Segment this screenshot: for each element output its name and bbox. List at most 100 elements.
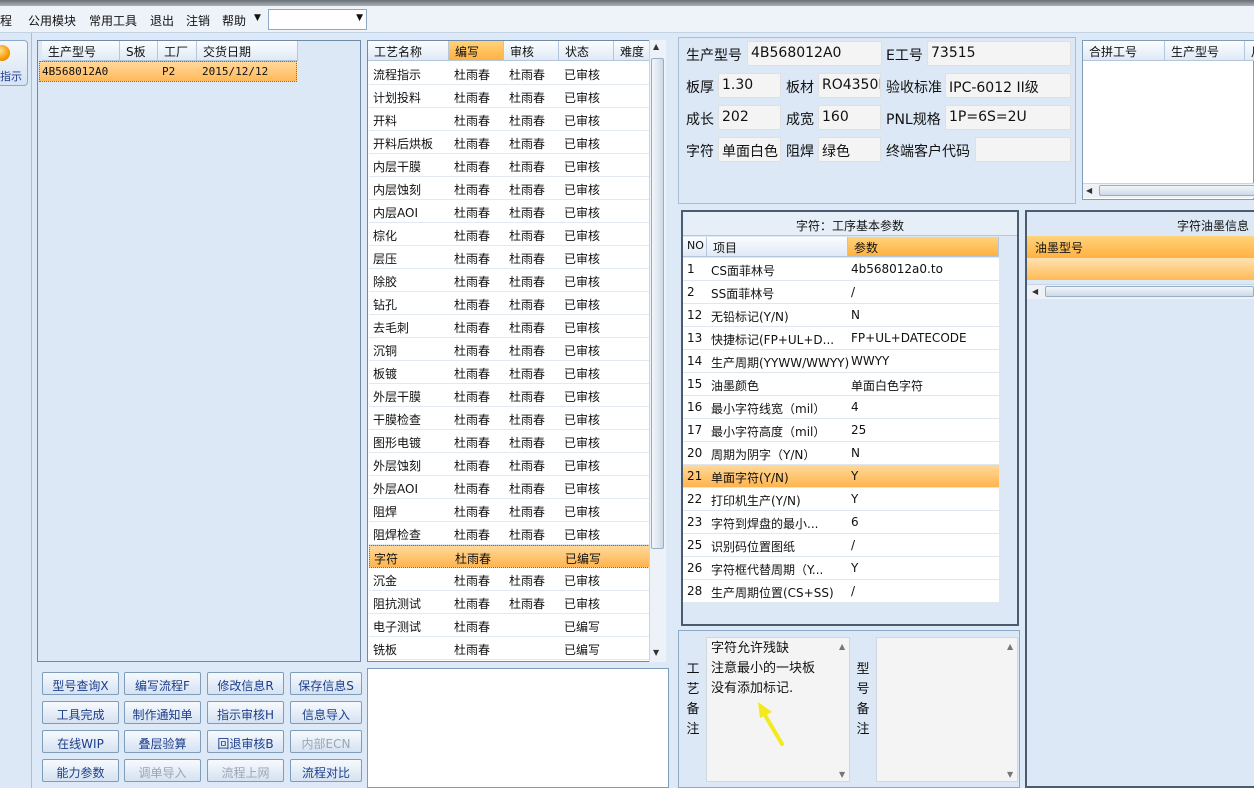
param-row[interactable]: 22 打印机生产(Y/N) Y [683,488,999,511]
action-button[interactable]: 叠层验算 [124,730,201,753]
param-row[interactable]: 25 识别码位置图纸 / [683,534,999,557]
menu-common-modules[interactable]: 公用模块 [28,12,76,29]
memo-scroll-up-icon[interactable]: ▲ [1007,642,1013,651]
menu-process[interactable]: 程 [0,12,12,29]
param-row[interactable]: 23 字符到焊盘的最小... 6 [683,511,999,534]
process-row[interactable]: 棕化 杜雨春 杜雨春 已审核 [369,223,650,246]
action-button[interactable]: 型号查询X [42,672,119,695]
col-combine-model[interactable]: 生产型号 [1165,41,1245,61]
memo-scroll-down-icon[interactable]: ▼ [839,770,845,779]
process-row[interactable]: 阻焊 杜雨春 杜雨春 已审核 [369,499,650,522]
indicator-button[interactable]: 指示 [0,40,28,86]
customer-code-field[interactable] [975,137,1071,162]
process-row[interactable]: 电子测试 杜雨春 已编写 [369,614,650,637]
process-row[interactable]: 干膜检查 杜雨春 杜雨春 已审核 [369,407,650,430]
col-item[interactable]: 项目 [707,237,848,257]
col-writer[interactable]: 编写 [449,41,504,61]
eno-field[interactable]: 73515 [927,41,1071,66]
action-button[interactable]: 修改信息R [207,672,284,695]
process-row[interactable]: 铣板 杜雨春 已编写 [369,637,650,660]
process-row[interactable]: 去毛刺 杜雨春 杜雨春 已审核 [369,315,650,338]
process-row[interactable]: 沉金 杜雨春 杜雨春 已审核 [369,568,650,591]
param-row[interactable]: 26 字符框代替周期（Y... Y [683,557,999,580]
param-row[interactable]: 2 SS面菲林号 / [683,281,999,304]
action-button[interactable]: 信息导入 [290,701,362,724]
param-row[interactable]: 28 生产周期位置(CS+SS) / [683,580,999,603]
process-row[interactable]: 沉铜 杜雨春 杜雨春 已审核 [369,338,650,361]
process-row[interactable]: 图形电镀 杜雨春 杜雨春 已审核 [369,430,650,453]
help-dropdown-icon[interactable]: ▼ [254,13,261,23]
action-button[interactable]: 指示审核H [207,701,284,724]
action-button[interactable]: 在线WIP [42,730,119,753]
process-row[interactable]: 开料后烘板 杜雨春 杜雨春 已审核 [369,131,650,154]
scroll-left-icon[interactable]: ◀ [1086,186,1092,195]
material-field[interactable]: RO4350B [818,73,881,98]
pnl-field[interactable]: 1P=6S=2U [945,105,1071,130]
action-button[interactable]: 工具完成 [42,701,119,724]
process-row[interactable]: 字符 杜雨春 已编写 [369,545,650,568]
action-button[interactable]: 编写流程F [124,672,201,695]
memo-scroll-down-icon[interactable]: ▼ [1007,770,1013,779]
mask-field[interactable]: 绿色 [818,137,881,162]
action-button[interactable]: 保存信息S [290,672,362,695]
process-row[interactable]: 层压 杜雨春 杜雨春 已审核 [369,246,650,269]
col-combine-size[interactable]: 尺 [1245,41,1254,61]
param-row[interactable]: 21 单面字符(Y/N) Y [683,465,999,488]
ink-hscroll[interactable]: ◀ [1027,284,1254,299]
process-row[interactable]: 内层AOI 杜雨春 杜雨春 已审核 [369,200,650,223]
menu-logout[interactable]: 注销 [186,12,210,29]
model-field[interactable]: 4B568012A0 [747,41,882,66]
param-row[interactable]: 17 最小字符高度（mil） 25 [683,419,999,442]
menu-exit[interactable]: 退出 [150,12,174,29]
width-field[interactable]: 160 [818,105,881,130]
char-field[interactable]: 单面白色 [718,137,781,162]
ink-hscroll-thumb[interactable] [1045,286,1254,297]
process-row[interactable]: 内层蚀刻 杜雨春 杜雨春 已审核 [369,177,650,200]
col-delivery-date[interactable]: 交货日期 [197,41,298,61]
col-ink-model[interactable]: 油墨型号 [1027,236,1254,258]
scroll-down-icon[interactable]: ▼ [653,648,659,657]
col-process-name[interactable]: 工艺名称 [368,41,449,61]
action-button[interactable]: 内部ECN [290,730,362,753]
col-reviewer[interactable]: 审核 [504,41,559,61]
col-model[interactable]: 生产型号 [42,41,120,61]
memo-scroll-up-icon[interactable]: ▲ [839,642,845,651]
menu-common-tools[interactable]: 常用工具 [89,12,137,29]
process-row[interactable]: 板镀 杜雨春 杜雨春 已审核 [369,361,650,384]
col-status[interactable]: 状态 [559,41,614,61]
process-row[interactable]: 开料 杜雨春 杜雨春 已审核 [369,108,650,131]
process-row[interactable]: 阻焊检查 杜雨春 杜雨春 已审核 [369,522,650,545]
process-row[interactable]: 外层蚀刻 杜雨春 杜雨春 已审核 [369,453,650,476]
length-field[interactable]: 202 [718,105,781,130]
combine-hscroll[interactable]: ◀ [1083,183,1254,198]
thickness-field[interactable]: 1.30 [718,73,781,98]
param-row[interactable]: 15 油墨颜色 单面白色字符 [683,373,999,396]
col-param[interactable]: 参数 [848,237,999,257]
process-row[interactable]: 外层干膜 杜雨春 杜雨春 已审核 [369,384,650,407]
toolbar-combo[interactable]: ▼ [268,9,367,30]
model-memo[interactable] [876,637,1018,782]
process-row[interactable]: 外层AOI 杜雨春 杜雨春 已审核 [369,476,650,499]
param-row[interactable]: 12 无铅标记(Y/N) N [683,304,999,327]
action-button[interactable]: 流程上网 [207,759,284,782]
col-factory[interactable]: 工厂 [158,41,197,61]
col-no[interactable]: NO [683,237,707,257]
param-row[interactable]: 14 生产周期(YYWW/WWYY) WWYY [683,350,999,373]
order-row[interactable]: 4B568012A0 P2 2015/12/12 [39,61,297,82]
combine-hscroll-thumb[interactable] [1099,185,1254,196]
param-row[interactable]: 16 最小字符线宽（mil） 4 [683,396,999,419]
action-button[interactable]: 调单导入 [124,759,201,782]
standard-field[interactable]: IPC-6012 II级 [945,73,1071,98]
action-button[interactable]: 能力参数 [42,759,119,782]
action-button[interactable]: 流程对比 [290,759,362,782]
process-row[interactable]: 钻孔 杜雨春 杜雨春 已审核 [369,292,650,315]
ink-row[interactable] [1027,258,1254,280]
col-combine-no[interactable]: 合拼工号 [1083,41,1165,61]
process-row[interactable]: 流程指示 杜雨春 杜雨春 已审核 [369,62,650,85]
menu-help[interactable]: 帮助 [222,12,246,29]
action-button[interactable]: 制作通知单 [124,701,201,724]
process-scroll-thumb[interactable] [651,58,664,549]
process-row[interactable]: 阻抗测试 杜雨春 杜雨春 已审核 [369,591,650,614]
param-row[interactable]: 1 CS面菲林号 4b568012a0.to [683,258,999,281]
param-row[interactable]: 13 快捷标记(FP+UL+D... FP+UL+DATECODE [683,327,999,350]
